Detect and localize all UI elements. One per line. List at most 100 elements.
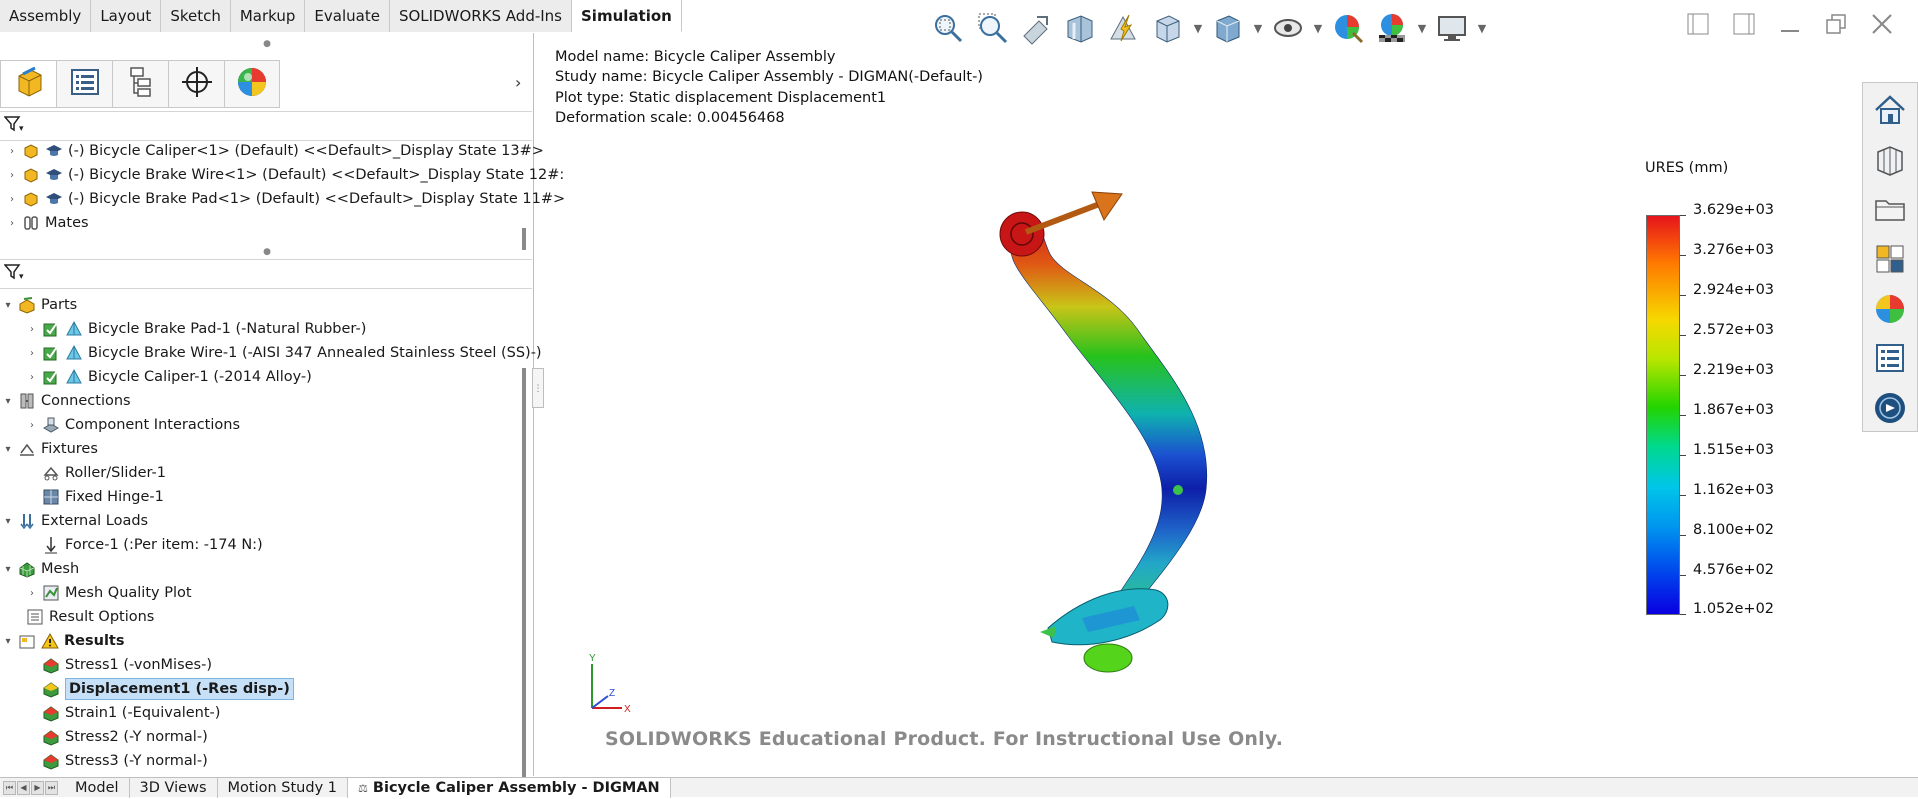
collapse-arrow-icon[interactable]: ▾ [2,516,14,527]
hide-show-items-icon[interactable] [1268,8,1308,48]
panel-splitter[interactable]: ⋮ [532,368,544,408]
minimize-icon[interactable] [1776,10,1804,38]
zoom-to-fit-icon[interactable] [928,8,968,48]
tab-sketch[interactable]: Sketch [161,0,231,32]
tree-row-mesh[interactable]: ▾ Mesh [2,557,79,581]
file-explorer-icon[interactable] [1868,186,1912,233]
collapse-arrow-icon[interactable]: ▾ [2,564,14,575]
expand-arrow-icon[interactable]: › [6,218,18,229]
panel-resize-grip[interactable]: ● [0,39,534,49]
splitter-grip[interactable]: ● [0,247,534,257]
last-tab-arrow-icon[interactable]: ⏭ [45,780,58,795]
appearances-icon[interactable] [1868,285,1912,332]
edit-appearance-icon[interactable] [1328,8,1368,48]
expand-arrow-icon[interactable]: › [26,324,38,335]
previous-tab-arrow-icon[interactable]: ◀ [17,780,30,795]
tab-simulation-study[interactable]: ⚖ Bicycle Caliper Assembly - DIGMAN [347,777,671,798]
simulation-tree-scrollbar[interactable] [522,368,526,786]
tab-solidworks-add-ins[interactable]: SOLIDWORKS Add-Ins [389,0,572,32]
tree-row-parts[interactable]: ▾ Parts [2,293,77,317]
first-tab-arrow-icon[interactable]: ⏮ [3,780,16,795]
expand-arrow-icon[interactable]: › [26,372,38,383]
collapse-arrow-icon[interactable]: ▾ [2,636,14,647]
tree-row-component-interactions[interactable]: › Component Interactions [26,413,240,437]
tab-evaluate[interactable]: Evaluate [305,0,390,32]
featuremanager-tab[interactable] [0,60,56,108]
tree-row-fixed-hinge[interactable]: Fixed Hinge-1 [42,485,164,509]
tree-row-result-options[interactable]: Result Options [26,605,154,629]
restore-icon[interactable] [1822,10,1850,38]
display-style-icon[interactable] [1208,8,1248,48]
legend-color-bar[interactable] [1646,215,1680,615]
tree-row-fixtures[interactable]: ▾ Fixtures [2,437,97,461]
expand-arrow-icon[interactable]: › [6,170,18,181]
view-orientation-icon[interactable] [1148,8,1188,48]
tab-simulation[interactable]: Simulation [572,0,682,32]
tree-row-results[interactable]: ▾ Results [2,629,125,653]
feature-tree-filter[interactable]: ▾ [0,111,532,141]
tree-row-stress3[interactable]: Stress3 (-Y normal-) [42,749,208,773]
previous-view-icon[interactable] [1016,8,1056,48]
tree-row-stress2[interactable]: Stress2 (-Y normal-) [42,725,208,749]
tab-motion-study[interactable]: Motion Study 1 [218,777,348,798]
expand-arrow-icon[interactable]: › [26,588,38,599]
tree-row-force[interactable]: Force-1 (:Per item: -174 N:) [42,533,263,557]
tree-row-part-caliper[interactable]: › Bicycle Caliper-1 (-2014 Alloy-) [26,365,312,389]
display-style-dropdown-icon[interactable]: ▼ [1252,22,1264,35]
apply-scene-icon[interactable] [1372,8,1412,48]
tab-layout[interactable]: Layout [91,0,162,32]
tab-model[interactable]: Model [65,777,130,798]
propertymanager-tab[interactable] [56,60,112,108]
tree-row-roller-slider[interactable]: Roller/Slider-1 [42,461,166,485]
manager-tabs [0,60,280,110]
dynamic-annotation-icon[interactable] [1104,8,1144,48]
expand-arrow-icon[interactable]: › [6,194,18,205]
tree-row-brake-wire[interactable]: › (-) Bicycle Brake Wire<1> (Default) <<… [6,163,564,187]
configurationmanager-tab[interactable] [112,60,168,108]
expand-arrow-icon[interactable]: › [6,146,18,157]
tree-row-brake-pad[interactable]: › (-) Bicycle Brake Pad<1> (Default) <<D… [6,187,565,211]
view-orientation-dropdown-icon[interactable]: ▼ [1192,22,1204,35]
tree-row-strain1[interactable]: Strain1 (-Equivalent-) [42,701,220,725]
expand-arrow-icon[interactable]: › [26,348,38,359]
tree-row-displacement1[interactable]: Displacement1 (-Res disp-) [42,677,294,701]
custom-properties-icon[interactable] [1868,335,1912,382]
collapse-arrow-icon[interactable]: ▾ [2,300,14,311]
next-tab-arrow-icon[interactable]: ▶ [31,780,44,795]
close-icon[interactable] [1868,10,1896,38]
heads-up-view-toolbar: ▼ ▼ ▼ ▼ ▼ [928,6,1488,50]
tab-markup[interactable]: Markup [230,0,306,32]
simulation-tree-filter[interactable]: ▾ [0,259,532,289]
apply-scene-dropdown-icon[interactable]: ▼ [1416,22,1428,35]
view-palette-icon[interactable] [1868,236,1912,283]
section-view-icon[interactable] [1060,8,1100,48]
tree-row-stress1[interactable]: Stress1 (-vonMises-) [42,653,212,677]
tree-row-part-brake-pad[interactable]: › Bicycle Brake Pad-1 (-Natural Rubber-) [26,317,366,341]
design-library-icon[interactable] [1868,137,1912,184]
tree-row-mesh-quality-plot[interactable]: › Mesh Quality Plot [26,581,192,605]
zoom-to-area-icon[interactable] [972,8,1012,48]
tile-left-icon[interactable] [1684,10,1712,38]
collapse-arrow-icon[interactable]: ▾ [2,444,14,455]
view-settings-dropdown-icon[interactable]: ▼ [1476,22,1488,35]
tile-right-icon[interactable] [1730,10,1758,38]
chevron-right-icon[interactable]: › [515,73,521,92]
displaymanager-tab[interactable] [224,60,280,108]
tree-row-mates[interactable]: › Mates [6,211,89,235]
solidworks-forum-icon[interactable] [1868,384,1912,431]
tree-row-caliper[interactable]: › (-) Bicycle Caliper<1> (Default) <<Def… [6,139,544,163]
legend-value: 8.100e+02 [1693,522,1775,538]
tree-row-external-loads[interactable]: ▾ External Loads [2,509,148,533]
tree-row-connections[interactable]: ▾ Connections [2,389,130,413]
expand-arrow-icon[interactable]: › [26,420,38,431]
tab-assembly[interactable]: Assembly [0,0,92,32]
collapse-arrow-icon[interactable]: ▾ [2,396,14,407]
tab-3d-views[interactable]: 3D Views [130,777,218,798]
model-viewport[interactable] [970,180,1250,700]
hide-show-dropdown-icon[interactable]: ▼ [1312,22,1324,35]
legend-tick [1680,614,1686,615]
view-settings-icon[interactable] [1432,8,1472,48]
dimxpertmanager-tab[interactable] [168,60,224,108]
home-icon[interactable] [1868,87,1912,134]
tree-row-part-brake-wire[interactable]: › Bicycle Brake Wire-1 (-AISI 347 Anneal… [26,341,542,365]
